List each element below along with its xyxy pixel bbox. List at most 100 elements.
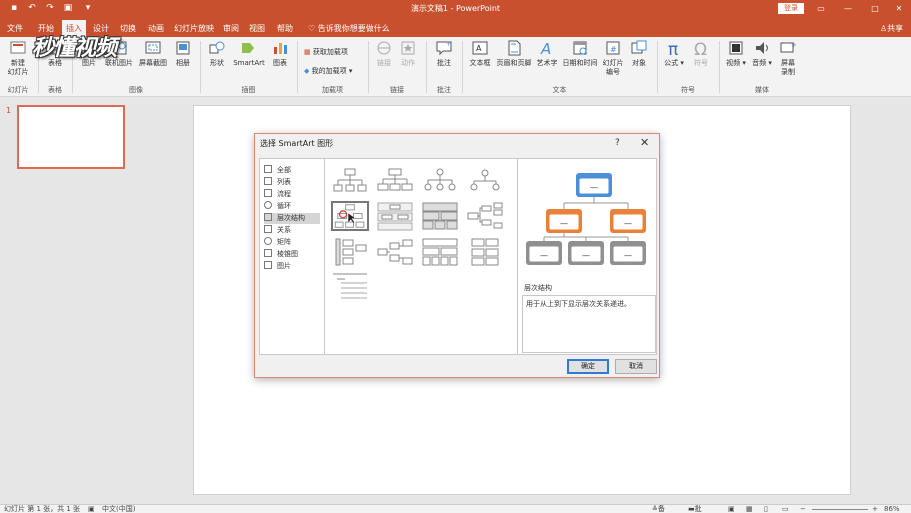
category-relationship[interactable]: 关系 bbox=[264, 225, 320, 236]
preview-description-box: 用于从上到下显示层次关系递进。 bbox=[522, 295, 656, 353]
datetime-label: 日期和时间 bbox=[562, 59, 598, 67]
tab-review[interactable]: 审阅 bbox=[220, 20, 242, 37]
category-label: 矩阵 bbox=[277, 238, 291, 246]
ok-button[interactable]: 确定 bbox=[567, 359, 609, 374]
tab-view[interactable]: 视图 bbox=[246, 20, 268, 37]
layout-labeled-hierarchy[interactable] bbox=[376, 201, 414, 231]
help-icon[interactable]: ? bbox=[615, 138, 620, 149]
close-icon[interactable]: ✕ bbox=[891, 2, 907, 15]
omega-icon: Ω bbox=[694, 40, 707, 57]
layout-lined-list[interactable] bbox=[331, 271, 369, 301]
addins-icon: ◆ bbox=[304, 67, 310, 75]
layout-horizontal-hierarchy[interactable] bbox=[466, 201, 504, 231]
category-hierarchy[interactable]: 层次结构 bbox=[264, 213, 320, 224]
document-title: 演示文稿1 - PowerPoint bbox=[410, 4, 501, 13]
chart-button[interactable]: 图表 bbox=[269, 39, 291, 68]
powerpoint-window: ▪ ↶ ↷ ▣ ▾ 演示文稿1 - PowerPoint 登录 ▭ — □ ✕ … bbox=[0, 0, 911, 513]
group-label-slides: 幻灯片 bbox=[7, 86, 29, 94]
layout-table-hierarchy[interactable] bbox=[421, 201, 459, 231]
layout-picture-hierarchy[interactable] bbox=[466, 167, 504, 197]
speaker-icon bbox=[756, 42, 768, 54]
maximize-icon[interactable]: □ bbox=[867, 2, 883, 15]
group-label-media: 媒体 bbox=[755, 86, 769, 94]
language-status[interactable]: 中文(中国) bbox=[102, 505, 135, 513]
category-list: 全部 列表 流程 循环 层次结构 关系 矩阵 棱锥图 图片 bbox=[259, 158, 325, 355]
new-slide-button[interactable]: 新建 幻灯片 bbox=[4, 39, 32, 77]
textbox-button[interactable]: A 文本框 bbox=[467, 39, 493, 68]
category-cycle[interactable]: 循环 bbox=[264, 201, 320, 212]
layout-hierarchy-selected[interactable] bbox=[331, 201, 369, 231]
layout-horizontal-multi[interactable] bbox=[376, 237, 414, 267]
category-label: 层次结构 bbox=[277, 214, 305, 222]
audio-label: 音频 bbox=[752, 59, 767, 67]
link-button[interactable]: 链接 bbox=[374, 39, 394, 68]
category-process[interactable]: 流程 bbox=[264, 189, 320, 200]
tab-slideshow[interactable]: 幻灯片放映 bbox=[172, 20, 216, 37]
tell-me-box[interactable]: ♡ 告诉我你想要做什么 bbox=[308, 20, 390, 37]
category-matrix[interactable]: 矩阵 bbox=[264, 237, 320, 248]
tab-transitions[interactable]: 切换 bbox=[116, 20, 140, 37]
share-button[interactable]: ♙共享 bbox=[880, 20, 903, 37]
category-picture[interactable]: 图片 bbox=[264, 261, 320, 272]
spellcheck-icon[interactable]: ▣ bbox=[88, 505, 95, 513]
matrix-icon bbox=[264, 237, 272, 245]
zoom-in-icon[interactable]: + bbox=[872, 505, 878, 513]
get-addins-button[interactable]: ▦ 获取加载项 bbox=[304, 47, 348, 57]
audio-button[interactable]: 音频 ▾ bbox=[751, 39, 773, 68]
category-pyramid[interactable]: 棱锥图 bbox=[264, 249, 320, 260]
close-icon[interactable]: ✕ bbox=[640, 137, 649, 149]
slideshow-view-icon[interactable]: ▭ bbox=[782, 505, 789, 513]
relationship-icon bbox=[264, 225, 272, 233]
wordart-label: 艺术字 bbox=[536, 59, 558, 67]
comments-button[interactable]: ▬ 批注 bbox=[688, 505, 702, 513]
layout-architecture[interactable] bbox=[421, 237, 459, 267]
layout-half-circle-org[interactable] bbox=[466, 237, 504, 267]
preview-box-label: — bbox=[540, 251, 548, 260]
login-button[interactable]: 登录 bbox=[778, 3, 804, 14]
category-all[interactable]: 全部 bbox=[264, 165, 320, 176]
my-addins-button[interactable]: ◆ 我的加载项 ▾ bbox=[304, 66, 352, 76]
video-icon bbox=[729, 41, 743, 55]
slide-number-icon: # bbox=[606, 41, 620, 55]
slide-thumbnail-1[interactable] bbox=[17, 105, 125, 169]
new-slide-icon bbox=[10, 41, 26, 54]
zoom-slider[interactable] bbox=[812, 509, 868, 510]
comment-button[interactable]: + 批注 bbox=[432, 39, 456, 68]
equation-button[interactable]: π 公式 ▾ bbox=[662, 39, 686, 68]
slide-sorter-icon[interactable]: ▦ bbox=[746, 505, 753, 513]
symbol-button[interactable]: Ω 符号 bbox=[690, 39, 712, 68]
normal-view-icon[interactable]: ▣ bbox=[728, 505, 735, 513]
slide-number-button[interactable]: # 幻灯片 编号 bbox=[600, 39, 626, 77]
tab-animations[interactable]: 动画 bbox=[144, 20, 168, 37]
video-button[interactable]: 视频 ▾ bbox=[725, 39, 747, 68]
pyramid-icon bbox=[264, 249, 272, 257]
tab-file[interactable]: 文件 bbox=[4, 20, 26, 37]
header-footer-button[interactable]: 页眉和页脚 bbox=[495, 39, 533, 68]
notes-button[interactable]: ≙ 备注 bbox=[652, 505, 665, 513]
object-button[interactable]: 对象 bbox=[628, 39, 650, 68]
action-button[interactable]: 动作 bbox=[397, 39, 419, 68]
shape-button[interactable]: 形状 bbox=[206, 39, 228, 68]
wordart-button[interactable]: A 艺术字 bbox=[535, 39, 559, 68]
zoom-out-icon[interactable]: − bbox=[800, 505, 806, 513]
slide-count: 幻灯片 第 1 张，共 1 张 bbox=[4, 505, 81, 513]
screenshot-button[interactable]: 屏幕截图 bbox=[136, 39, 170, 68]
zoom-level[interactable]: 86% bbox=[884, 505, 900, 513]
layout-org-chart[interactable] bbox=[331, 167, 369, 197]
reading-view-icon[interactable]: ▯ bbox=[764, 505, 768, 513]
tab-help[interactable]: 帮助 bbox=[274, 20, 296, 37]
screen-recording-button[interactable]: + 屏幕 录制 bbox=[777, 39, 799, 77]
ribbon-options-icon[interactable]: ▭ bbox=[813, 2, 829, 15]
layout-circle-hierarchy[interactable] bbox=[421, 167, 459, 197]
album-button[interactable]: 相册 bbox=[172, 39, 194, 68]
layout-horizontal-labeled[interactable] bbox=[331, 237, 369, 267]
album-label: 相册 bbox=[176, 59, 190, 67]
datetime-button[interactable]: 日期和时间 bbox=[561, 39, 599, 68]
cancel-button[interactable]: 取消 bbox=[615, 359, 657, 374]
shapes-icon bbox=[209, 41, 225, 54]
minimize-icon[interactable]: — bbox=[840, 2, 856, 15]
symbol-label: 符号 bbox=[694, 59, 708, 67]
category-list-item[interactable]: 列表 bbox=[264, 177, 320, 188]
smartart-button[interactable]: SmartArt bbox=[231, 39, 267, 68]
layout-name-title-org[interactable] bbox=[376, 167, 414, 197]
